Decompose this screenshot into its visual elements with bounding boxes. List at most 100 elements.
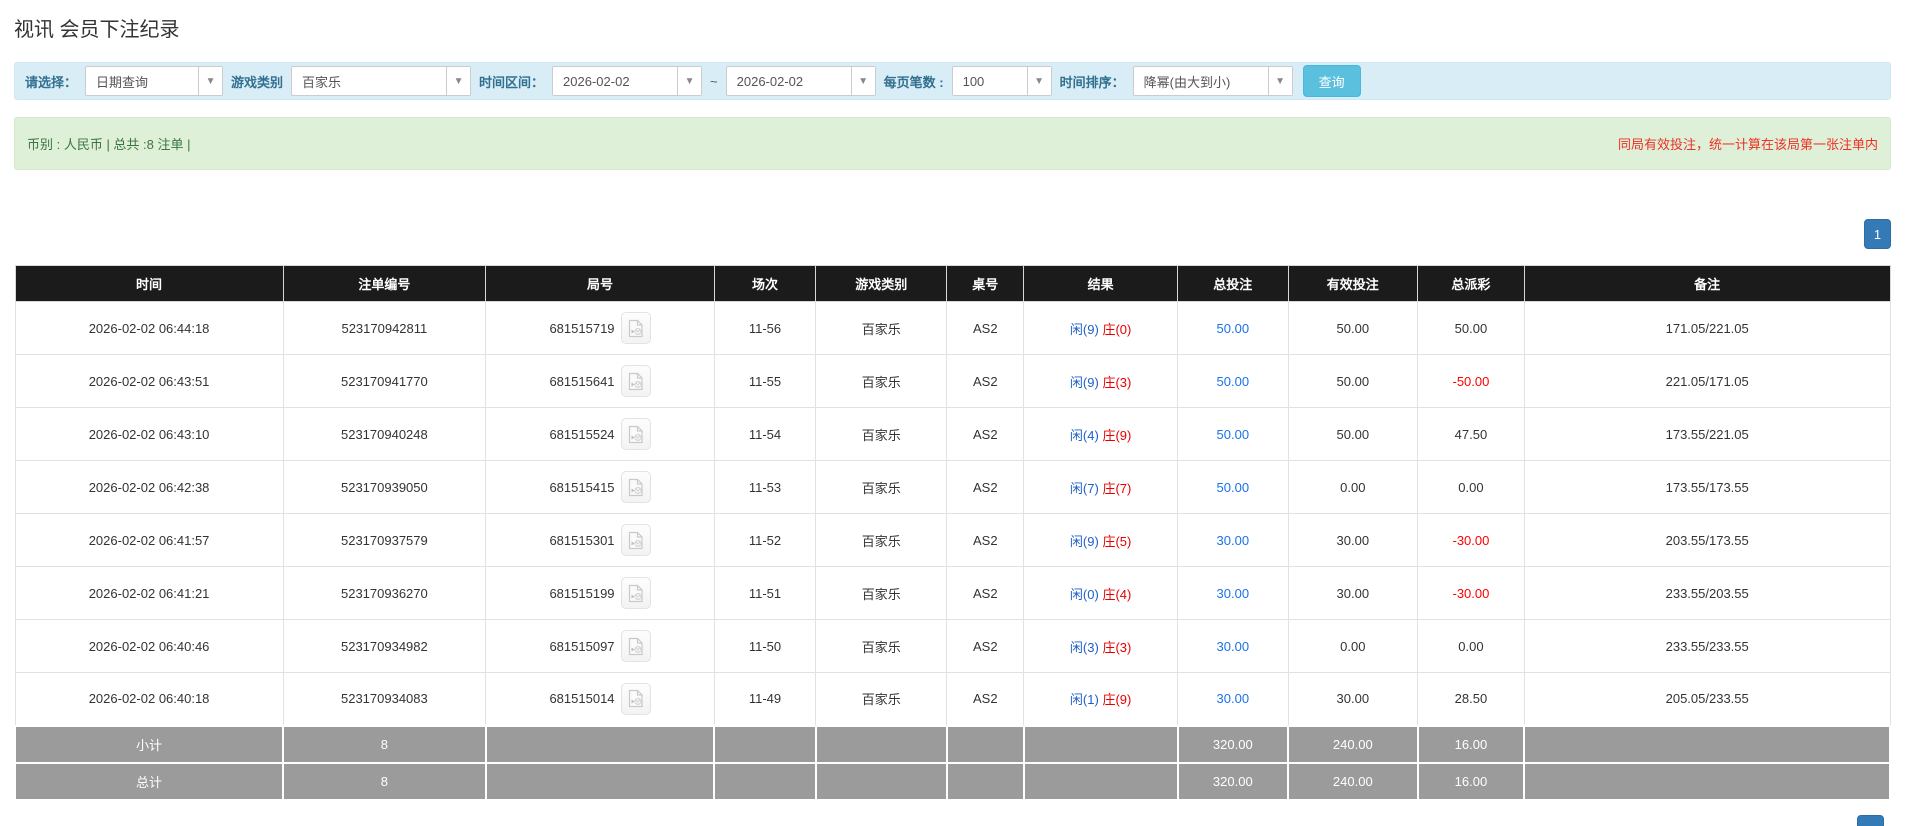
cell-round-id: 681515199 [485, 566, 715, 620]
result-banker: 庄(3) [1102, 639, 1132, 655]
search-button[interactable]: 查询 [1302, 65, 1361, 97]
bet-amount-link[interactable]: 30.00 [1217, 586, 1250, 601]
cell-valid-bet: 0.00 [1287, 619, 1419, 673]
pagination-bottom-partial-button[interactable]: 1 [1857, 815, 1884, 826]
sort-order-dropdown[interactable]: 降幂(由大到小) ▼ [1132, 66, 1293, 96]
subtotal-row: 小计 8 320.00 240.00 16.00 [13, 724, 1891, 764]
cell-total-bet: 50.00 [1177, 354, 1289, 408]
cell-session: 11-55 [713, 354, 817, 408]
column-header-valid-bet: 有效投注 [1287, 265, 1419, 302]
column-header-round-id: 局号 [485, 265, 715, 302]
chevron-down-icon[interactable]: ▼ [850, 67, 875, 95]
video-replay-button[interactable] [620, 682, 651, 715]
summary-empty-cell [1523, 761, 1891, 801]
table-row: 2026-02-02 06:43:51 523170941770 6815156… [14, 354, 1891, 408]
grand-total-count: 8 [282, 761, 487, 801]
effective-bet-note: 同局有效投注，统一计算在该局第一张注单内 [1617, 137, 1878, 152]
cell-table-no: AS2 [946, 566, 1025, 620]
cell-remark: 233.55/203.55 [1523, 566, 1891, 620]
table-row: 2026-02-02 06:43:10 523170940248 6815155… [14, 407, 1891, 461]
page-title: 视讯 会员下注纪录 [14, 19, 180, 41]
bet-amount-link[interactable]: 50.00 [1217, 321, 1250, 336]
game-type-dropdown[interactable]: 百家乐 ▼ [291, 66, 472, 96]
bet-amount-link[interactable]: 50.00 [1217, 374, 1250, 389]
chevron-down-icon[interactable]: ▼ [1267, 67, 1292, 95]
column-header-time: 时间 [14, 265, 284, 302]
grand-total-row: 总计 8 320.00 240.00 16.00 [13, 761, 1891, 801]
cell-valid-bet: 30.00 [1287, 513, 1419, 567]
chevron-down-icon[interactable]: ▼ [1026, 67, 1051, 95]
column-header-remark: 备注 [1523, 265, 1891, 302]
per-page-dropdown[interactable]: 100 ▼ [951, 66, 1052, 96]
cell-round-id: 681515524 [485, 407, 715, 461]
chevron-down-icon[interactable]: ▼ [198, 67, 223, 95]
video-replay-button[interactable] [620, 312, 651, 344]
cell-round-id: 681515415 [485, 460, 715, 514]
cell-remark: 173.55/173.55 [1523, 460, 1891, 514]
result-player: 闲(7) [1069, 480, 1099, 496]
cell-remark: 203.55/173.55 [1523, 513, 1891, 567]
subtotal-valid-bet: 240.00 [1287, 724, 1419, 764]
cell-valid-bet: 30.00 [1287, 672, 1419, 726]
bet-amount-link[interactable]: 30.00 [1217, 691, 1250, 706]
cell-game-type: 百家乐 [815, 513, 948, 567]
video-replay-button[interactable] [620, 471, 651, 503]
cell-payout: 47.50 [1417, 407, 1525, 461]
game-type-value: 百家乐 [302, 74, 342, 90]
bet-amount-link[interactable]: 50.00 [1217, 480, 1250, 495]
cell-table-no: AS2 [946, 354, 1025, 408]
date-from-input[interactable]: 2026-02-02 ▼ [552, 66, 703, 96]
cell-total-bet: 30.00 [1177, 566, 1289, 620]
cell-session: 11-54 [713, 407, 817, 461]
result-banker: 庄(3) [1102, 374, 1132, 390]
summary-empty-cell [945, 724, 1025, 764]
grand-total-valid-bet: 240.00 [1287, 761, 1419, 801]
cell-round-id: 681515301 [485, 513, 715, 567]
chevron-down-icon[interactable]: ▼ [446, 67, 471, 95]
bet-amount-link[interactable]: 30.00 [1217, 639, 1250, 654]
bet-amount-link[interactable]: 50.00 [1217, 427, 1250, 442]
chevron-down-icon[interactable]: ▼ [677, 67, 702, 95]
cell-result: 闲(3) 庄(3) [1023, 619, 1178, 673]
cell-table-no: AS2 [946, 672, 1025, 726]
select-mode-dropdown[interactable]: 日期查询 ▼ [85, 66, 224, 96]
per-page-value: 100 [962, 73, 985, 89]
cell-valid-bet: 50.00 [1287, 301, 1419, 355]
cell-bet-id: 523170934083 [282, 672, 487, 726]
cell-total-bet: 50.00 [1177, 301, 1289, 355]
game-type-label: 游戏类别 [231, 74, 284, 90]
cell-result: 闲(9) 庄(5) [1023, 513, 1178, 567]
cell-round-id: 681515014 [485, 672, 715, 726]
cell-session: 11-50 [713, 619, 817, 673]
video-replay-button[interactable] [620, 630, 651, 662]
cell-valid-bet: 0.00 [1287, 460, 1419, 514]
video-replay-button[interactable] [620, 418, 651, 450]
cell-result: 闲(1) 庄(9) [1023, 672, 1178, 726]
filter-bar: 请选择： 日期查询 ▼ 游戏类别 百家乐 ▼ 时间区间： 2026-02-02 … [14, 62, 1891, 100]
cell-bet-id: 523170937579 [282, 513, 487, 567]
result-banker: 庄(4) [1102, 586, 1132, 602]
table-row: 2026-02-02 06:41:57 523170937579 6815153… [14, 513, 1891, 567]
cell-game-type: 百家乐 [815, 407, 948, 461]
cell-result: 闲(4) 庄(9) [1023, 407, 1178, 461]
result-player: 闲(0) [1069, 586, 1099, 602]
cell-valid-bet: 30.00 [1287, 566, 1419, 620]
cell-round-id: 681515097 [485, 619, 715, 673]
pagination-page-button[interactable]: 1 [1864, 219, 1891, 249]
summary-empty-cell [484, 761, 716, 801]
cell-time: 2026-02-02 06:42:38 [14, 460, 284, 514]
column-header-total-bet: 总投注 [1177, 265, 1289, 302]
video-replay-button[interactable] [620, 524, 651, 556]
select-mode-label: 请选择： [25, 74, 78, 90]
cell-table-no: AS2 [946, 407, 1025, 461]
summary-empty-cell [945, 761, 1025, 801]
bet-amount-link[interactable]: 30.00 [1217, 533, 1250, 548]
column-header-table-no: 桌号 [946, 265, 1025, 302]
cell-total-bet: 50.00 [1177, 460, 1289, 514]
video-replay-button[interactable] [620, 577, 651, 609]
date-to-input[interactable]: 2026-02-02 ▼ [725, 66, 876, 96]
cell-result: 闲(0) 庄(4) [1023, 566, 1178, 620]
table-row: 2026-02-02 06:40:46 523170934982 6815150… [14, 619, 1891, 673]
pagination: 1 [14, 219, 1891, 249]
video-replay-button[interactable] [620, 365, 651, 397]
